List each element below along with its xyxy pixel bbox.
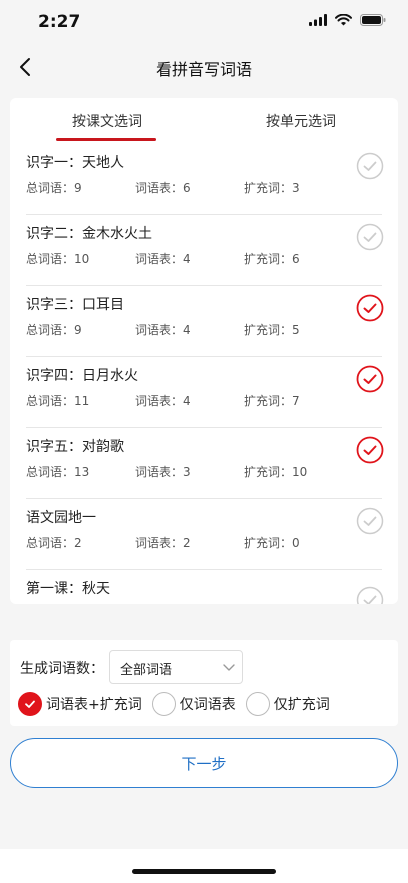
tab-by-unit[interactable]: 按单元选词 — [204, 111, 398, 131]
radio-label: 词语表+扩充词 — [46, 697, 142, 713]
check-circle-icon[interactable] — [356, 152, 384, 180]
nav-bar: 看拼音写词语 — [0, 44, 408, 88]
lesson-stats: 总词语：2 词语表：2 扩充词：0 — [26, 534, 353, 551]
check-circle-icon[interactable] — [356, 294, 384, 322]
status-bar: 2:27 — [0, 0, 408, 44]
extra-count: 扩充词：7 — [244, 394, 300, 408]
radio-table-plus-extra[interactable]: 词语表+扩充词 — [18, 692, 142, 716]
list-item[interactable]: 识字二：金木水火土 总词语：10 词语表：4 扩充词：6 — [26, 215, 384, 286]
table-count: 词语表：4 — [135, 394, 191, 408]
extra-count: 扩充词：10 — [244, 465, 308, 479]
list-item[interactable]: 识字一：天地人 总词语：9 词语表：6 扩充词：3 — [26, 144, 384, 215]
total-count: 总词语：9 — [26, 323, 82, 337]
check-circle-icon[interactable] — [356, 507, 384, 535]
wifi-icon — [335, 14, 352, 26]
list-item[interactable]: 第一课：秋天 — [26, 570, 384, 604]
tab-by-lesson[interactable]: 按课文选词 — [10, 111, 204, 131]
lesson-title: 识字四：日月水火 — [26, 368, 138, 384]
total-count: 总词语：10 — [26, 252, 90, 266]
lesson-stats: 总词语：10 词语表：4 扩充词：6 — [26, 250, 353, 267]
battery-icon — [360, 14, 386, 26]
lesson-title: 识字五：对韵歌 — [26, 439, 124, 455]
tab-bar: 按课文选词 按单元选词 — [10, 98, 398, 144]
radio-unchecked-icon — [151, 692, 176, 716]
home-indicator[interactable] — [132, 869, 276, 874]
radio-label: 仅词语表 — [179, 697, 236, 713]
total-count: 总词语：13 — [26, 465, 90, 479]
lesson-title: 识字三：口耳目 — [26, 297, 124, 313]
page-title: 看拼音写词语 — [155, 60, 252, 79]
next-step-button[interactable]: 下一步 — [10, 738, 398, 788]
check-circle-icon[interactable] — [356, 223, 384, 251]
list-item[interactable]: 识字五：对韵歌 总词语：13 词语表：3 扩充词：10 — [26, 428, 384, 499]
table-count: 词语表：3 — [135, 465, 191, 479]
total-count: 总词语：9 — [26, 181, 82, 195]
word-source-radio-group: 词语表+扩充词 仅词语表 仅扩充词 — [18, 692, 340, 716]
lesson-stats: 总词语：9 词语表：4 扩充词：5 — [26, 321, 353, 338]
list-item[interactable]: 识字三：口耳目 总词语：9 词语表：4 扩充词：5 — [26, 286, 384, 357]
home-indicator-area — [0, 849, 408, 883]
total-count: 总词语：2 — [26, 536, 82, 550]
radio-checked-icon — [18, 692, 42, 716]
status-time: 2:27 — [38, 12, 81, 32]
lesson-title: 识字二：金木水火土 — [26, 226, 152, 242]
word-count-select[interactable]: 全部词语 — [109, 650, 243, 684]
lesson-title: 语文园地一 — [26, 510, 96, 526]
select-value: 全部词语 — [120, 663, 173, 678]
list-item[interactable]: 识字四：日月水火 总词语：11 词语表：4 扩充词：7 — [26, 357, 384, 428]
radio-unchecked-icon — [245, 692, 270, 716]
word-count-label: 生成词语数： — [20, 661, 104, 677]
status-icons — [309, 14, 386, 26]
chevron-down-icon — [223, 664, 235, 671]
lesson-stats: 总词语：9 词语表：6 扩充词：3 — [26, 179, 353, 196]
extra-count: 扩充词：5 — [244, 323, 300, 337]
lesson-title: 第一课：秋天 — [26, 581, 110, 597]
radio-table-only[interactable]: 仅词语表 — [151, 692, 236, 716]
table-count: 词语表：2 — [135, 536, 191, 550]
lesson-title: 识字一：天地人 — [26, 155, 124, 171]
total-count: 总词语：11 — [26, 394, 90, 408]
table-count: 词语表：4 — [135, 252, 191, 266]
extra-count: 扩充词：0 — [244, 536, 300, 550]
list-item[interactable]: 语文园地一 总词语：2 词语表：2 扩充词：0 — [26, 499, 384, 570]
lesson-stats: 总词语：13 词语表：3 扩充词：10 — [26, 463, 353, 480]
lesson-list: 识字一：天地人 总词语：9 词语表：6 扩充词：3 识字二：金木水火土 总词语：… — [10, 144, 398, 604]
extra-count: 扩充词：6 — [244, 252, 300, 266]
lesson-stats: 总词语：11 词语表：4 扩充词：7 — [26, 392, 353, 409]
check-circle-icon[interactable] — [356, 586, 384, 604]
table-count: 词语表：4 — [135, 323, 191, 337]
extra-count: 扩充词：3 — [244, 181, 300, 195]
radio-label: 仅扩充词 — [273, 697, 330, 713]
check-circle-icon[interactable] — [356, 365, 384, 393]
radio-extra-only[interactable]: 仅扩充词 — [245, 692, 330, 716]
check-circle-icon[interactable] — [356, 436, 384, 464]
active-tab-indicator — [56, 138, 156, 141]
table-count: 词语表：6 — [135, 181, 191, 195]
signal-icon — [309, 14, 327, 26]
generate-options-panel: 生成词语数： 全部词语 词语表+扩充词 仅词语表 仅扩充词 — [10, 640, 398, 726]
lesson-card: 按课文选词 按单元选词 识字一：天地人 总词语：9 词语表：6 扩充词：3 识字… — [10, 98, 398, 604]
